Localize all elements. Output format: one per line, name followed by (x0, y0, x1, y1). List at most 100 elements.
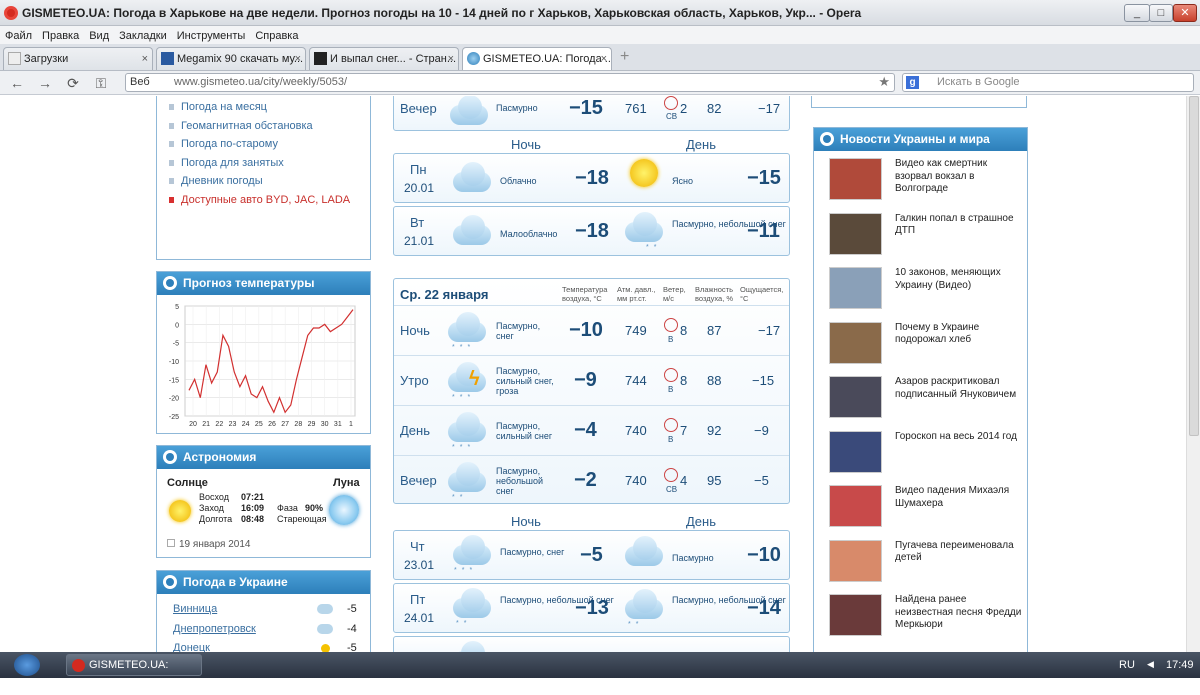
link-geomagnetic[interactable]: Геомагнитная обстановка (169, 117, 369, 136)
news-item[interactable]: 10 законов, меняющих Украину (Видео) (829, 267, 1029, 311)
city-vinnitsa[interactable]: Винница (173, 603, 217, 615)
page-scrollbar[interactable] (1186, 96, 1200, 652)
maximize-button[interactable]: □ (1149, 4, 1173, 22)
google-icon: g (906, 76, 919, 89)
menu-view[interactable]: Вид (84, 27, 114, 45)
bookmark-star-icon[interactable]: ★ (878, 73, 890, 90)
link-month[interactable]: Погода на месяц (169, 98, 369, 117)
tab-snow[interactable]: И выпал снег... - Стран... × (309, 47, 459, 70)
news-headline[interactable]: 10 законов, меняющих Украину (Видео) (895, 267, 1025, 292)
sunset-label: Заход (199, 503, 224, 513)
city-temp: -4 (347, 623, 357, 635)
news-thumbnail[interactable] (829, 212, 882, 255)
language-indicator[interactable]: RU (1119, 659, 1135, 671)
row-humidity: 87 (707, 323, 722, 338)
temp-forecast-header: Прогноз температуры (157, 272, 370, 295)
moon-icon (329, 495, 359, 525)
menu-bar: Файл Правка Вид Закладки Инструменты Справка (0, 26, 1200, 44)
row-pressure: 740 (625, 473, 647, 488)
news-item[interactable]: Гороскоп на весь 2014 год (829, 430, 1029, 475)
tab-close-icon[interactable]: × (448, 48, 454, 70)
tab-close-icon[interactable]: × (601, 48, 607, 70)
news-headline[interactable]: Гороскоп на весь 2014 год (895, 431, 1025, 444)
gismeteo-logo-icon (163, 450, 177, 464)
new-tab-button[interactable]: + (620, 49, 634, 65)
news-item[interactable]: Пугачева переименовала детей (829, 539, 1029, 584)
reload-button[interactable]: ⟳ (64, 74, 82, 92)
cloud-sun-icon (449, 215, 495, 245)
news-item[interactable]: Найдена ранее неизвестная песня Фредди М… (829, 594, 1029, 638)
news-headline[interactable]: Галкин попал в страшное ДТП (895, 213, 1025, 238)
news-headline[interactable]: Почему в Украине подорожал хлеб (895, 322, 1025, 347)
address-bar[interactable]: Веб www.gismeteo.ua/city/weekly/5053/ ★ (125, 73, 895, 92)
wind-icon (664, 96, 678, 110)
taskbar-opera[interactable]: GISMETEO.UA: Погод... (66, 654, 202, 691)
row-temp: −2 (574, 469, 597, 491)
news-thumbnail[interactable] (829, 267, 882, 309)
link-diary[interactable]: Дневник погоды (169, 172, 369, 191)
row-desc: Пасмурно, сильный снег, гроза (496, 366, 554, 396)
news-item[interactable]: Галкин попал в страшное ДТП (829, 212, 1029, 257)
link-ad-cars[interactable]: Доступные авто BYD, JAC, LADA (169, 191, 369, 210)
sun-icon (321, 644, 330, 652)
close-button[interactable]: ✕ (1173, 4, 1197, 22)
news-headline[interactable]: Видео падения Михаэля Шумахера (895, 485, 1025, 510)
x-tick-label: 21 (202, 421, 210, 428)
menu-help[interactable]: Справка (250, 27, 303, 45)
news-thumbnail[interactable] (829, 376, 882, 418)
minimize-button[interactable]: _ (1124, 4, 1150, 22)
tab-gismeteo[interactable]: GISMETEO.UA: Погода ... × (462, 47, 612, 70)
menu-tools[interactable]: Инструменты (172, 27, 251, 45)
key-icon[interactable]: ⚿ (92, 74, 110, 92)
news-item[interactable]: Видео как смертник взорвал вокзал в Волг… (829, 158, 1029, 202)
menu-edit[interactable]: Правка (37, 27, 84, 45)
news-item[interactable]: Почему в Украине подорожал хлеб (829, 321, 1029, 366)
city-temp: -5 (347, 642, 357, 652)
search-box[interactable]: g Искать в Google (902, 73, 1194, 92)
row-desc: Пасмурно, сильный снег (496, 421, 553, 441)
x-tick-label: 24 (242, 421, 250, 428)
tab-megamix[interactable]: Megamix 90 скачать му... × (156, 47, 306, 70)
links-box: Погода на месяц Геомагнитная обстановка … (156, 96, 371, 260)
news-thumbnail[interactable] (829, 594, 882, 636)
tab-close-icon[interactable]: × (142, 48, 148, 70)
tab-close-icon[interactable]: × (295, 48, 301, 70)
news-headline[interactable]: Видео как смертник взорвал вокзал в Волг… (895, 158, 1025, 196)
link-busy[interactable]: Погода для занятых (169, 154, 369, 173)
news-item[interactable]: Азаров раскритиковал подписанный Янукови… (829, 376, 1029, 420)
tab-downloads[interactable]: Загрузки × (3, 47, 153, 70)
news-thumbnail[interactable] (829, 485, 882, 527)
news-thumbnail[interactable] (829, 539, 882, 582)
x-tick-label: 27 (281, 421, 289, 428)
back-button[interactable]: ← (8, 74, 26, 92)
url-text[interactable]: www.gismeteo.ua/city/weekly/5053/ (174, 74, 347, 91)
scrollbar-thumb[interactable] (1189, 96, 1199, 436)
news-thumbnail[interactable] (829, 321, 882, 364)
news-thumbnail[interactable] (829, 158, 882, 200)
gismeteo-icon (467, 52, 480, 65)
news-headline[interactable]: Азаров раскритиковал подписанный Янукови… (895, 376, 1025, 401)
city-donetsk[interactable]: Донецк (173, 642, 210, 652)
forward-button[interactable]: → (36, 74, 54, 92)
wind-direction: В (668, 335, 674, 344)
news-item[interactable]: Видео падения Михаэля Шумахера (829, 485, 1029, 529)
header-temp: Температура воздуха, °C (562, 285, 608, 303)
astronomy-title: Астрономия (183, 450, 257, 464)
menu-bookmarks[interactable]: Закладки (114, 27, 172, 45)
link-old-style[interactable]: Погода по-старому (169, 135, 369, 154)
menu-file[interactable]: Файл (0, 27, 37, 45)
night-desc: Облачно (500, 176, 537, 186)
news-thumbnail[interactable] (829, 430, 882, 473)
row-feels: −5 (754, 473, 769, 488)
night-desc: Пасмурно, снег (500, 547, 565, 557)
temp-forecast-title: Прогноз температуры (183, 276, 315, 290)
row-temp: −15 (569, 97, 603, 119)
city-dnepr[interactable]: Днепропетровск (173, 623, 256, 635)
news-headline[interactable]: Пугачева переименовала детей (895, 540, 1025, 565)
col-day-header: День (686, 514, 716, 529)
start-button[interactable] (14, 654, 40, 676)
news-headline[interactable]: Найдена ранее неизвестная песня Фредди М… (895, 594, 1025, 632)
y-tick-label: -5 (173, 341, 179, 348)
news-header: Новости Украины и мира (814, 128, 1027, 151)
tray-arrow-icon[interactable]: ◀ (1147, 659, 1154, 670)
